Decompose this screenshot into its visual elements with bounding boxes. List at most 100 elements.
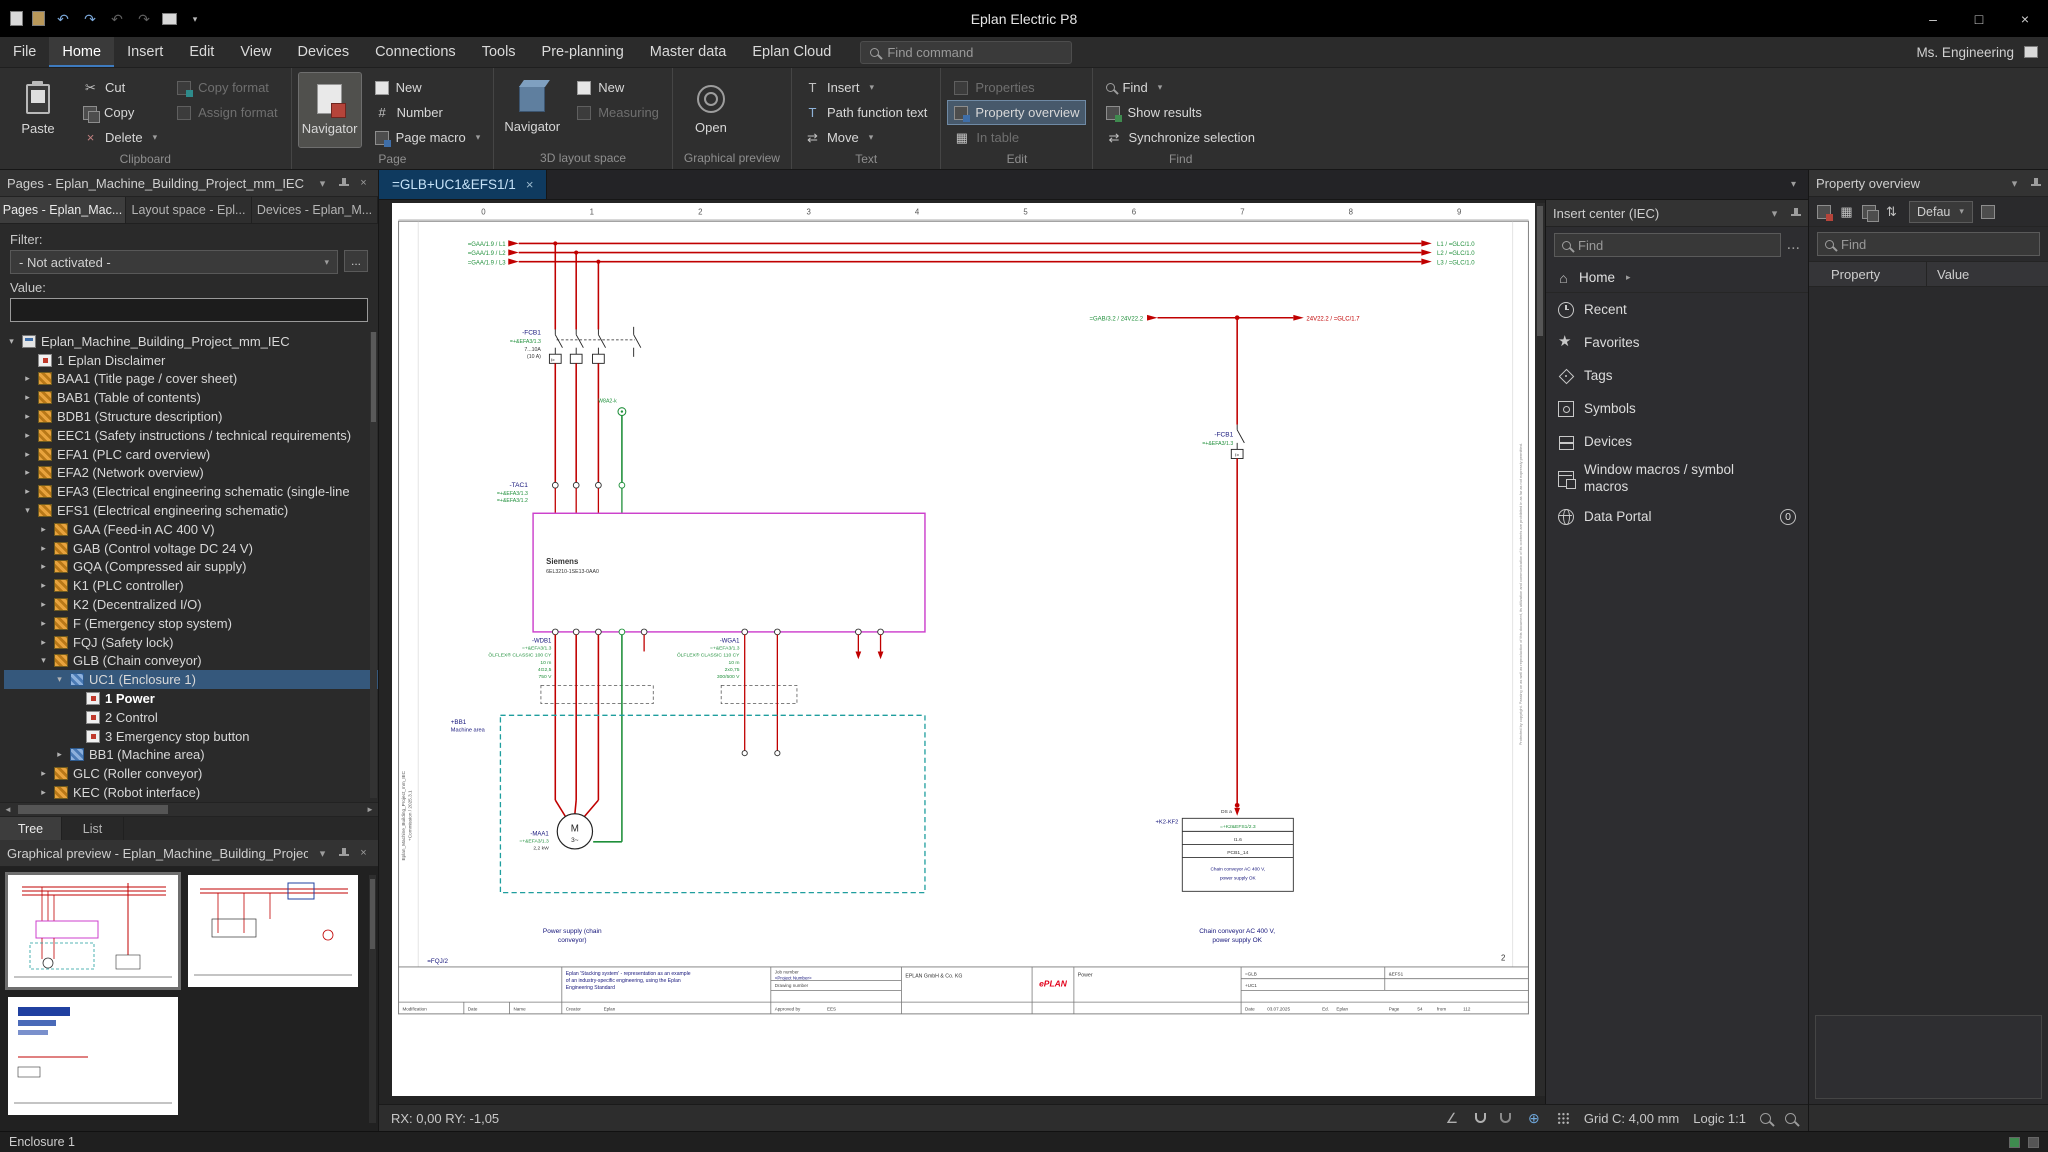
minimize-button[interactable]: – <box>1910 0 1956 37</box>
page-number-button[interactable]: #Number <box>369 101 487 124</box>
tree-item-machine-area[interactable]: ▸BB1 (Machine area) <box>4 746 378 765</box>
path-function-text-button[interactable]: TPath function text <box>799 101 933 124</box>
expand-arrow[interactable]: ▸ <box>22 430 33 441</box>
tree-item-enclosure[interactable]: ▾UC1 (Enclosure 1) <box>4 670 378 689</box>
expand-arrow[interactable]: ▾ <box>6 336 17 347</box>
copy-layout-icon[interactable] <box>1862 205 1876 219</box>
expand-arrow[interactable]: ▸ <box>38 768 49 779</box>
tab-list[interactable]: List <box>62 817 124 840</box>
insert-item-symbols[interactable]: Symbols <box>1546 392 1808 425</box>
filter-more-button[interactable]: ... <box>344 250 368 272</box>
insert-center-find[interactable] <box>1554 233 1781 257</box>
tree-item-structure[interactable]: ▸GAA (Feed-in AC 400 V) <box>4 520 378 539</box>
scroll-left-icon[interactable]: ◄ <box>0 805 16 814</box>
breadcrumb-label[interactable]: Home <box>1579 270 1615 285</box>
menu-edit[interactable]: Edit <box>176 37 227 67</box>
tree-item-structure[interactable]: ▸EFA1 (PLC card overview) <box>4 445 378 464</box>
page-macro-button[interactable]: Page macro▾ <box>369 126 487 149</box>
list-view-icon[interactable]: ▦ <box>1839 204 1854 220</box>
page-thumbnail-3[interactable] <box>8 997 178 1115</box>
pin-icon[interactable] <box>1789 207 1801 219</box>
find-command-search[interactable] <box>860 41 1072 64</box>
schematic-page[interactable]: 0 1 2 3 4 5 6 7 8 9 <box>392 203 1535 1096</box>
expand-arrow[interactable]: ▸ <box>22 373 33 384</box>
expand-arrow[interactable]: ▸ <box>38 618 49 629</box>
panel-menu-icon[interactable]: ▾ <box>315 177 330 190</box>
redo-icon[interactable]: ↷ <box>81 9 99 29</box>
new-project-icon[interactable] <box>10 11 23 26</box>
document-tab[interactable]: =GLB+UC1&EFS1/1 × <box>379 170 547 199</box>
page-navigator-button[interactable]: Navigator <box>299 73 361 147</box>
expand-arrow[interactable]: ▸ <box>22 411 33 422</box>
tree-item-structure[interactable]: ▸KEC (Robot interface) <box>4 783 378 802</box>
undo-list-icon[interactable]: ↶ <box>108 9 126 29</box>
find-more-button[interactable]: ... <box>1787 236 1800 254</box>
user-name[interactable]: Ms. Engineering <box>1916 45 2014 60</box>
menu-home[interactable]: Home <box>49 37 114 67</box>
close-tab-icon[interactable]: × <box>526 177 534 192</box>
copy-format-button[interactable]: Copy format <box>171 76 283 99</box>
expand-arrow[interactable]: ▾ <box>38 655 49 666</box>
tree-item-structure[interactable]: ▸FQJ (Safety lock) <box>4 633 378 652</box>
insert-item-tags[interactable]: Tags <box>1546 359 1808 392</box>
cut-button[interactable]: ✂Cut <box>77 76 163 99</box>
close-panel-icon[interactable]: × <box>356 847 371 859</box>
panel-menu-icon[interactable]: ▾ <box>2007 177 2022 190</box>
expand-arrow[interactable]: ▸ <box>38 580 49 591</box>
message-status-icon[interactable] <box>2028 1137 2039 1148</box>
maximize-button[interactable]: □ <box>1956 0 2002 37</box>
expand-arrow[interactable]: ▸ <box>22 449 33 460</box>
menu-view[interactable]: View <box>227 37 284 67</box>
in-table-button[interactable]: ▦In table <box>948 126 1085 149</box>
tree-item-structure[interactable]: ▸GAB (Control voltage DC 24 V) <box>4 539 378 558</box>
measuring-button[interactable]: Measuring <box>571 101 665 124</box>
menu-master-data[interactable]: Master data <box>637 37 740 67</box>
insert-item-recent[interactable]: Recent <box>1546 293 1808 326</box>
expand-arrow[interactable]: ▸ <box>22 486 33 497</box>
insert-item-favorites[interactable]: Favorites <box>1546 326 1808 359</box>
canvas-vertical-scrollbar[interactable] <box>1535 203 1545 1096</box>
tree-item-structure[interactable]: ▸GQA (Compressed air supply) <box>4 558 378 577</box>
tree-item-structure[interactable]: ▸K1 (PLC controller) <box>4 576 378 595</box>
menu-pre-planning[interactable]: Pre-planning <box>529 37 637 67</box>
expand-arrow[interactable]: ▸ <box>38 543 49 554</box>
insert-item-window-macros[interactable]: Window macros / symbol macros <box>1546 458 1808 500</box>
text-insert-button[interactable]: TInsert▾ <box>799 76 933 99</box>
pin-icon[interactable] <box>337 847 349 859</box>
sort-icon[interactable]: ⇅ <box>1884 204 1899 220</box>
open-project-icon[interactable] <box>32 11 45 26</box>
tree-scrollbar[interactable] <box>370 332 377 798</box>
angle-snap-icon[interactable]: ∠ <box>1443 1110 1461 1127</box>
tab-layout-space[interactable]: Layout space - Epl... <box>126 197 252 223</box>
expand-arrow[interactable]: ▸ <box>38 524 49 535</box>
close-button[interactable]: × <box>2002 0 2048 37</box>
expand-arrow[interactable]: ▸ <box>22 467 33 478</box>
delete-button[interactable]: ×Delete▾ <box>77 126 163 149</box>
expand-arrow[interactable]: ▸ <box>38 787 49 798</box>
expand-arrow[interactable]: ▸ <box>38 561 49 572</box>
synchronize-selection-button[interactable]: ⇄Synchronize selection <box>1100 126 1260 149</box>
tab-tree[interactable]: Tree <box>0 817 62 840</box>
close-panel-icon[interactable]: × <box>356 177 371 189</box>
expand-arrow[interactable]: ▾ <box>54 674 65 685</box>
property-list-empty[interactable] <box>1809 287 2048 1010</box>
scheme-settings-icon[interactable] <box>1981 205 1995 219</box>
text-move-button[interactable]: ⇄Move▾ <box>799 126 933 149</box>
pin-icon[interactable] <box>337 177 349 189</box>
property-overview-button[interactable]: Property overview <box>948 101 1085 124</box>
tree-item-page[interactable]: 3 Emergency stop button <box>4 727 378 746</box>
column-value[interactable]: Value <box>1927 267 2048 282</box>
insert-center-find-input[interactable] <box>1578 238 1773 253</box>
tree-item-structure[interactable]: ▸F (Emergency stop system) <box>4 614 378 633</box>
assign-format-button[interactable]: Assign format <box>171 101 283 124</box>
menu-devices[interactable]: Devices <box>285 37 363 67</box>
pin-icon[interactable] <box>2029 177 2041 189</box>
value-input[interactable] <box>10 298 368 322</box>
tree-item-structure[interactable]: ▸K2 (Decentralized I/O) <box>4 595 378 614</box>
tab-pages[interactable]: Pages - Eplan_Mac... <box>0 197 126 223</box>
menu-insert[interactable]: Insert <box>114 37 176 67</box>
undo-icon[interactable]: ↶ <box>54 9 72 29</box>
tree-item-structure[interactable]: ▸BDB1 (Structure description) <box>4 407 378 426</box>
scroll-right-icon[interactable]: ► <box>362 805 378 814</box>
paste-button[interactable]: Paste <box>7 73 69 147</box>
